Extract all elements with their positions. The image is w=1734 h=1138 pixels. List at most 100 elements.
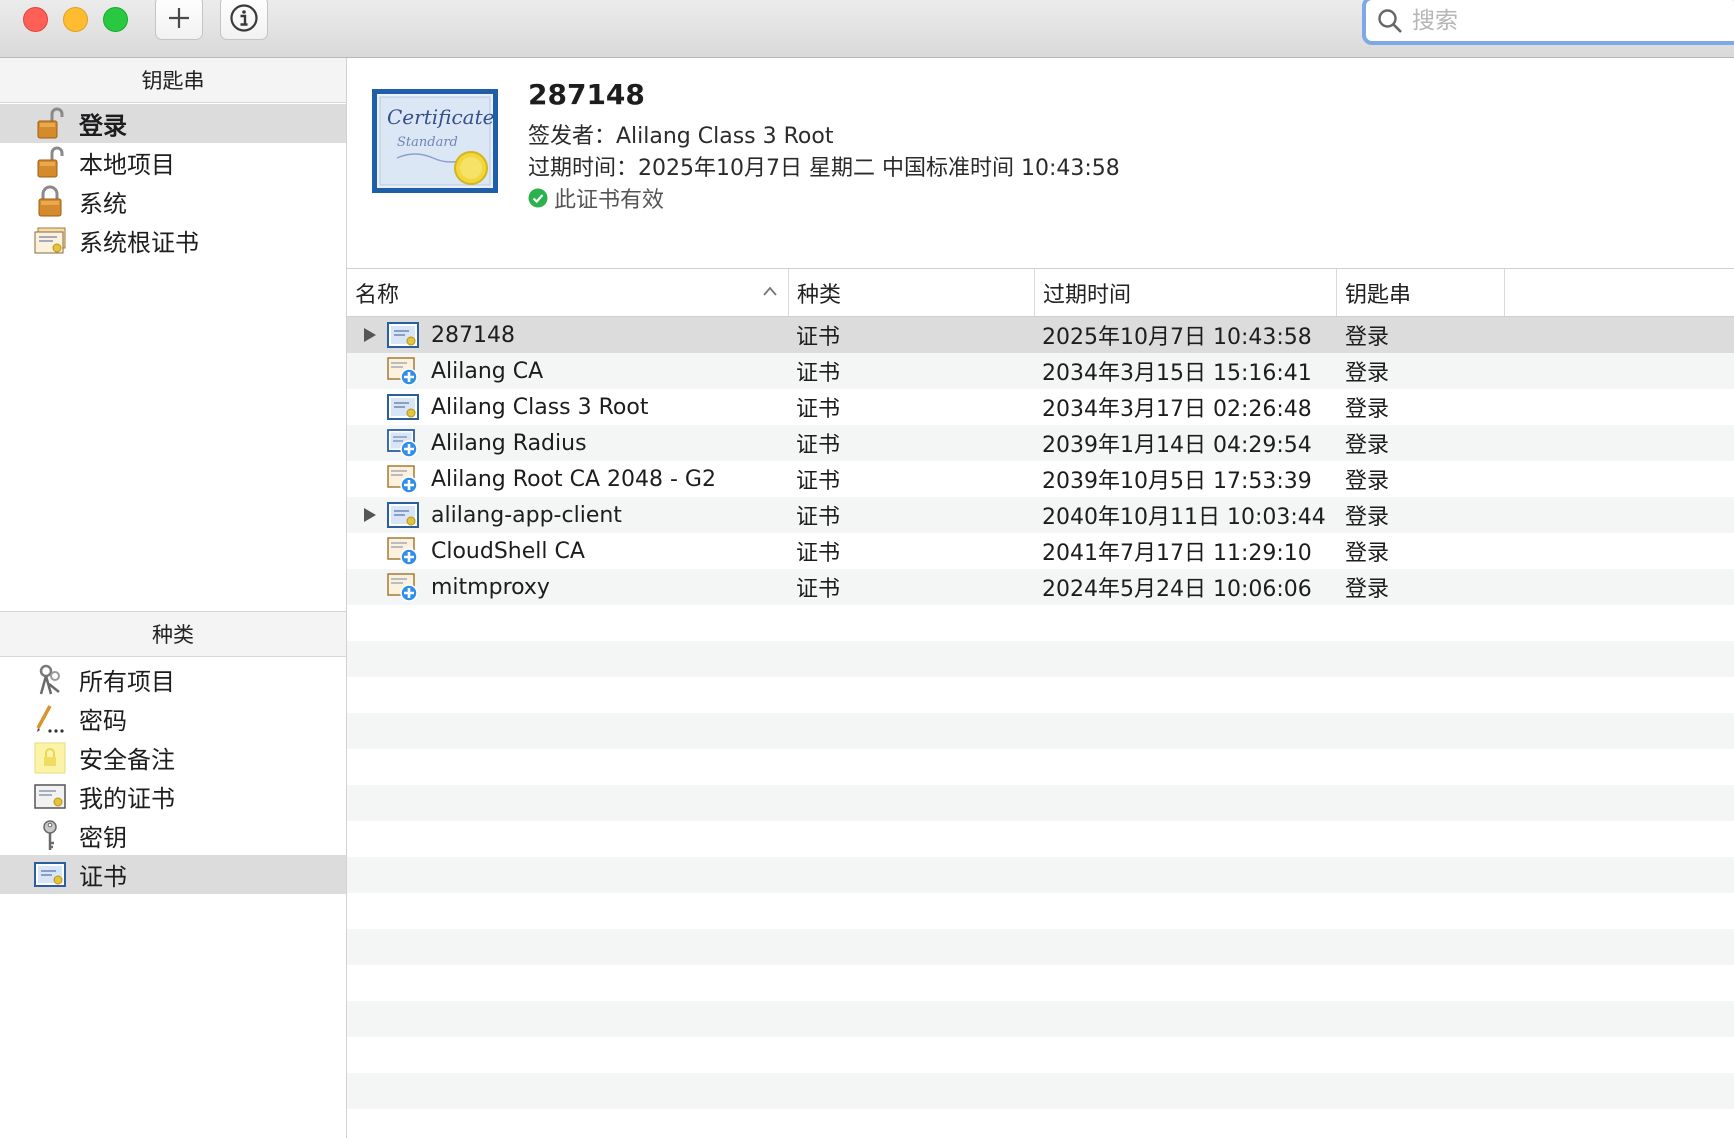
certificate-stack-icon [33,224,67,258]
table-row[interactable]: mitmproxy 证书 2024年5月24日 10:06:06 登录 [347,569,1734,605]
sidebar-item-label: 密钥 [79,824,127,852]
row-expires: 2034年3月15日 15:16:41 [1042,361,1312,386]
sidebar-item-certificates[interactable]: 证书 [0,855,346,894]
window-toolbar [0,0,1734,58]
row-expires: 2039年1月14日 04:29:54 [1042,433,1312,458]
sort-ascending-icon [763,286,777,296]
sidebar-item-label: 我的证书 [79,785,175,813]
certificate-plus-icon [387,429,418,458]
minimize-window-button[interactable] [63,7,88,32]
table-row[interactable]: Alilang Root CA 2048 - G2 证书 2039年10月5日 … [347,461,1734,497]
certificate-issuer: 签发者：Alilang Class 3 Root [528,124,834,149]
empty-row [347,1109,1734,1138]
row-keychain: 登录 [1345,541,1390,566]
column-header-kind[interactable]: 种类 [789,269,1035,316]
certificate-icon [33,858,67,892]
row-name: 287148 [431,322,515,348]
sidebar-item-system-roots[interactable]: 系统根证书 [0,221,346,260]
row-kind: 证书 [796,361,841,386]
empty-row [347,1037,1734,1073]
sidebar-item-keys[interactable]: 密钥 [0,816,346,855]
table-row[interactable]: 287148 证书 2025年10月7日 10:43:58 登录 [347,317,1734,353]
empty-row [347,1073,1734,1109]
keychain-list: 登录 本地项目 系统 系统根证书 [0,104,346,260]
sidebar-item-label: 所有项目 [79,668,175,696]
sidebar-item-login[interactable]: 登录 [0,104,346,143]
empty-row [347,965,1734,1001]
search-icon [1378,8,1402,33]
empty-row [347,893,1734,929]
column-header-expires[interactable]: 过期时间 [1035,269,1337,316]
sidebar-item-label: 登录 [79,112,127,140]
certificate-status: 此证书有效 [528,182,664,214]
root-certificate-icon [387,573,418,602]
empty-row [347,929,1734,965]
row-expires: 2039年10月5日 17:53:39 [1042,469,1312,494]
row-keychain: 登录 [1345,361,1390,386]
plus-icon [169,8,189,28]
row-expires: 2040年10月11日 10:03:44 [1042,505,1326,530]
search-input[interactable] [1410,6,1714,35]
table-row[interactable]: alilang-app-client 证书 2040年10月11日 10:03:… [347,497,1734,533]
row-keychain: 登录 [1345,577,1390,602]
row-kind: 证书 [796,433,841,458]
table-row[interactable]: Alilang CA 证书 2034年3月15日 15:16:41 登录 [347,353,1734,389]
empty-row [347,605,1734,641]
row-keychain: 登录 [1345,325,1390,350]
unlocked-padlock-icon [33,107,67,141]
certificate-icon [387,502,419,528]
empty-row [347,641,1734,677]
empty-row [347,785,1734,821]
info-icon [230,4,258,32]
empty-row [347,857,1734,893]
zoom-window-button[interactable] [103,7,128,32]
svg-text:Standard: Standard [397,135,458,150]
search-field[interactable] [1362,0,1734,45]
row-expires: 2041年7月17日 11:29:10 [1042,541,1312,566]
row-name: alilang-app-client [431,502,622,528]
sidebar-item-all-items[interactable]: 所有项目 [0,660,346,699]
all-items-icon [33,663,67,697]
column-header-name[interactable]: 名称 [347,269,789,316]
disclosure-triangle-icon[interactable] [363,327,377,343]
certificate-expiry: 过期时间：2025年10月7日 星期二 中国标准时间 10:43:58 [528,156,1120,181]
sidebar-item-my-certificates[interactable]: 我的证书 [0,777,346,816]
table-body: 287148 证书 2025年10月7日 10:43:58 登录 Alilang… [347,317,1734,1138]
certificate-detail-panel: Certificate Standard 287148 签发者：Alilang … [347,58,1734,269]
sidebar-item-label: 密码 [79,707,127,735]
sidebar-item-local-items[interactable]: 本地项目 [0,143,346,182]
sidebar-item-label: 系统根证书 [79,229,199,257]
checkmark-icon [528,188,548,208]
get-info-button[interactable] [220,0,268,40]
row-kind: 证书 [796,505,841,530]
category-list: 所有项目 密码 安全备注 我的证书 密钥 证书 [0,660,346,894]
sidebar-item-passwords[interactable]: 密码 [0,699,346,738]
sidebar-item-secure-notes[interactable]: 安全备注 [0,738,346,777]
close-window-button[interactable] [23,7,48,32]
certificate-icon [387,322,419,348]
row-kind: 证书 [796,469,841,494]
row-name: Alilang Root CA 2048 - G2 [431,466,716,492]
row-expires: 2024年5月24日 10:06:06 [1042,577,1312,602]
sidebar-item-label: 安全备注 [79,746,175,774]
certificate-status-text: 此证书有效 [554,188,665,213]
sidebar-item-label: 系统 [79,190,127,218]
sidebar-item-label: 本地项目 [79,151,175,179]
categories-header: 种类 [0,611,346,657]
row-name: CloudShell CA [431,538,585,564]
sidebar-item-label: 证书 [79,863,127,891]
password-icon [33,702,67,736]
add-item-button[interactable] [155,0,203,40]
sidebar: 钥匙串 登录 本地项目 系统 系统根证书 种类 所有项目 密码 安全备注 我的证… [0,58,347,1138]
column-header-keychain[interactable]: 钥匙串 [1337,269,1505,316]
sidebar-item-system[interactable]: 系统 [0,182,346,221]
row-keychain: 登录 [1345,505,1390,530]
empty-row [347,821,1734,857]
empty-row [347,713,1734,749]
table-row[interactable]: CloudShell CA 证书 2041年7月17日 11:29:10 登录 [347,533,1734,569]
table-row[interactable]: Alilang Class 3 Root 证书 2034年3月17日 02:26… [347,389,1734,425]
items-table: 名称 种类 过期时间 钥匙串 287148 证书 2025年10月7日 10:4… [347,269,1734,1138]
table-row[interactable]: Alilang Radius 证书 2039年1月14日 04:29:54 登录 [347,425,1734,461]
disclosure-triangle-icon[interactable] [363,507,377,523]
row-name: Alilang Class 3 Root [431,394,649,420]
